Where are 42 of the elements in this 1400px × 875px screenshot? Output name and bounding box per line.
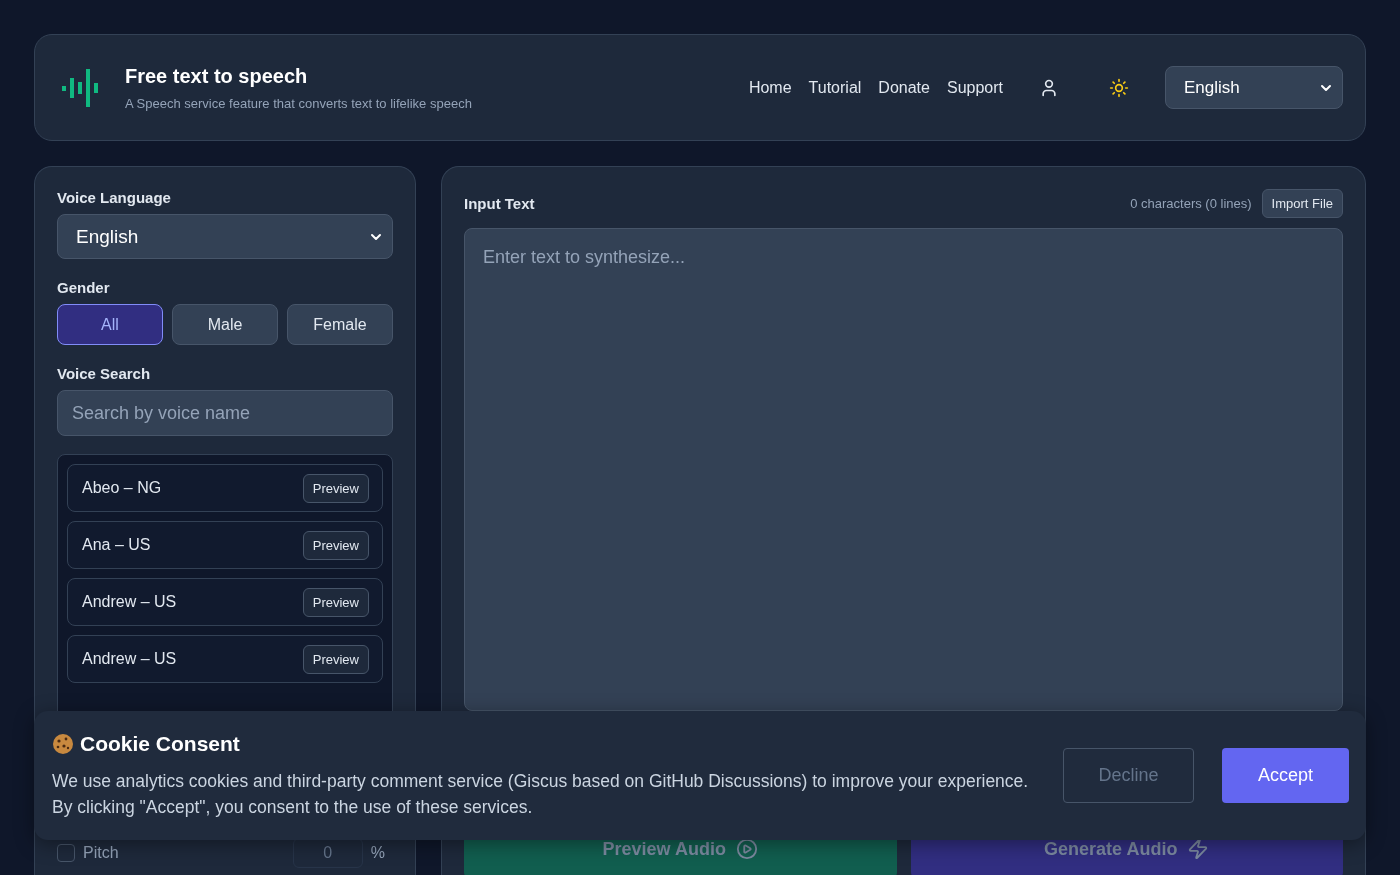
voice-language-select[interactable]: English — [57, 214, 393, 259]
unit-label: % — [370, 844, 385, 862]
nav-link[interactable]: Support — [946, 78, 1003, 97]
lightning-icon — [1187, 838, 1210, 860]
field-label: Voice Search — [57, 365, 152, 382]
pitch-checkbox[interactable] — [57, 844, 75, 862]
preview-button[interactable]: Preview — [302, 587, 369, 617]
app-subtitle: A Speech service feature that converts text to lifelike speech — [125, 95, 473, 111]
cookie-icon — [52, 732, 74, 755]
voice-item[interactable]: Andrew – US Preview — [67, 635, 383, 683]
nav-link[interactable]: Home — [748, 78, 792, 97]
pitch-label: Pitch — [83, 844, 120, 862]
app-title: Free text to speech — [125, 64, 309, 88]
gender-button[interactable]: Female — [287, 304, 393, 345]
voice-item[interactable]: Abeo – NG Preview — [67, 464, 383, 512]
voice-name: Andrew – US — [82, 593, 177, 611]
panel-title: Input Text — [464, 195, 535, 212]
import-file-button[interactable]: Import File — [1261, 189, 1343, 218]
banner-text: We use analytics cookies and third-party comment service (Giscus based on GitHub Discussions) to improve your experience. By clicking "Accept", you consent to the use of these services. — [52, 769, 1030, 819]
accept-button[interactable]: Accept — [1222, 748, 1349, 803]
gender-button[interactable]: Male — [172, 304, 278, 345]
voice-name: Ana – US — [82, 536, 151, 554]
voice-name: Andrew – US — [82, 650, 177, 668]
search-field[interactable]: Search by voice name — [57, 390, 393, 436]
language-select[interactable]: English — [1165, 66, 1343, 109]
gender-button[interactable]: All — [57, 304, 163, 345]
user-icon[interactable] — [1039, 77, 1059, 98]
character-count: 0 characters (0 lines) — [1130, 196, 1252, 211]
text-input-field[interactable]: Enter text to synthesize... — [464, 228, 1343, 711]
preview-button[interactable]: Preview — [302, 644, 369, 674]
voice-item[interactable]: Andrew – US Preview — [67, 578, 383, 626]
play-icon — [735, 838, 758, 860]
nav-link[interactable]: Donate — [878, 78, 930, 97]
sun-icon[interactable] — [1109, 77, 1129, 98]
nav-link[interactable]: Tutorial — [808, 78, 862, 97]
field-label: Voice Language — [57, 189, 172, 206]
voice-item[interactable]: Ana – US Preview — [67, 521, 383, 569]
voice-name: Abeo – NG — [82, 479, 162, 497]
preview-button[interactable]: Preview — [302, 473, 369, 503]
field-label: Gender — [57, 279, 111, 296]
preview-button[interactable]: Preview — [302, 530, 369, 560]
banner-title: Cookie Consent — [80, 731, 240, 756]
